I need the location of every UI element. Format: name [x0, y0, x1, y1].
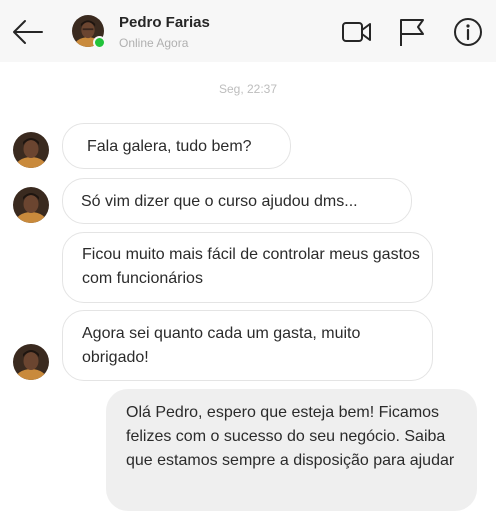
message-bubble-received[interactable]: Ficou muito mais fácil de controlar meus… — [62, 232, 433, 303]
message-text: Olá Pedro, espero que esteja bem! Ficamo… — [126, 404, 455, 469]
contact-avatar[interactable] — [72, 15, 106, 49]
contact-avatar-small — [13, 132, 49, 168]
message-bubble-received[interactable]: Fala galera, tudo bem? — [62, 123, 291, 169]
contact-status: Online Agora — [119, 36, 189, 50]
back-arrow-icon[interactable] — [10, 16, 46, 48]
video-call-icon[interactable] — [340, 16, 372, 48]
contact-avatar-small — [13, 344, 49, 380]
message-text: Ficou muito mais fácil de controlar meus… — [82, 246, 420, 287]
chat-header: Pedro Farias Online Agora — [0, 0, 496, 62]
message-bubble-received[interactable]: Agora sei quanto cada um gasta, muito ob… — [62, 310, 433, 381]
message-text: Fala galera, tudo bem? — [87, 138, 252, 155]
contact-name[interactable]: Pedro Farias — [119, 14, 210, 31]
flag-icon[interactable] — [396, 16, 428, 48]
message-text: Só vim dizer que o curso ajudou dms... — [81, 193, 358, 210]
online-indicator — [93, 36, 106, 49]
message-bubble-sent[interactable]: Olá Pedro, espero que esteja bem! Ficamo… — [106, 389, 477, 511]
info-icon[interactable] — [452, 16, 484, 48]
message-timestamp: Seg, 22:37 — [218, 82, 278, 96]
contact-avatar-small — [13, 187, 49, 223]
message-text: Agora sei quanto cada um gasta, muito ob… — [82, 325, 361, 366]
message-bubble-received[interactable]: Só vim dizer que o curso ajudou dms... — [62, 178, 412, 224]
